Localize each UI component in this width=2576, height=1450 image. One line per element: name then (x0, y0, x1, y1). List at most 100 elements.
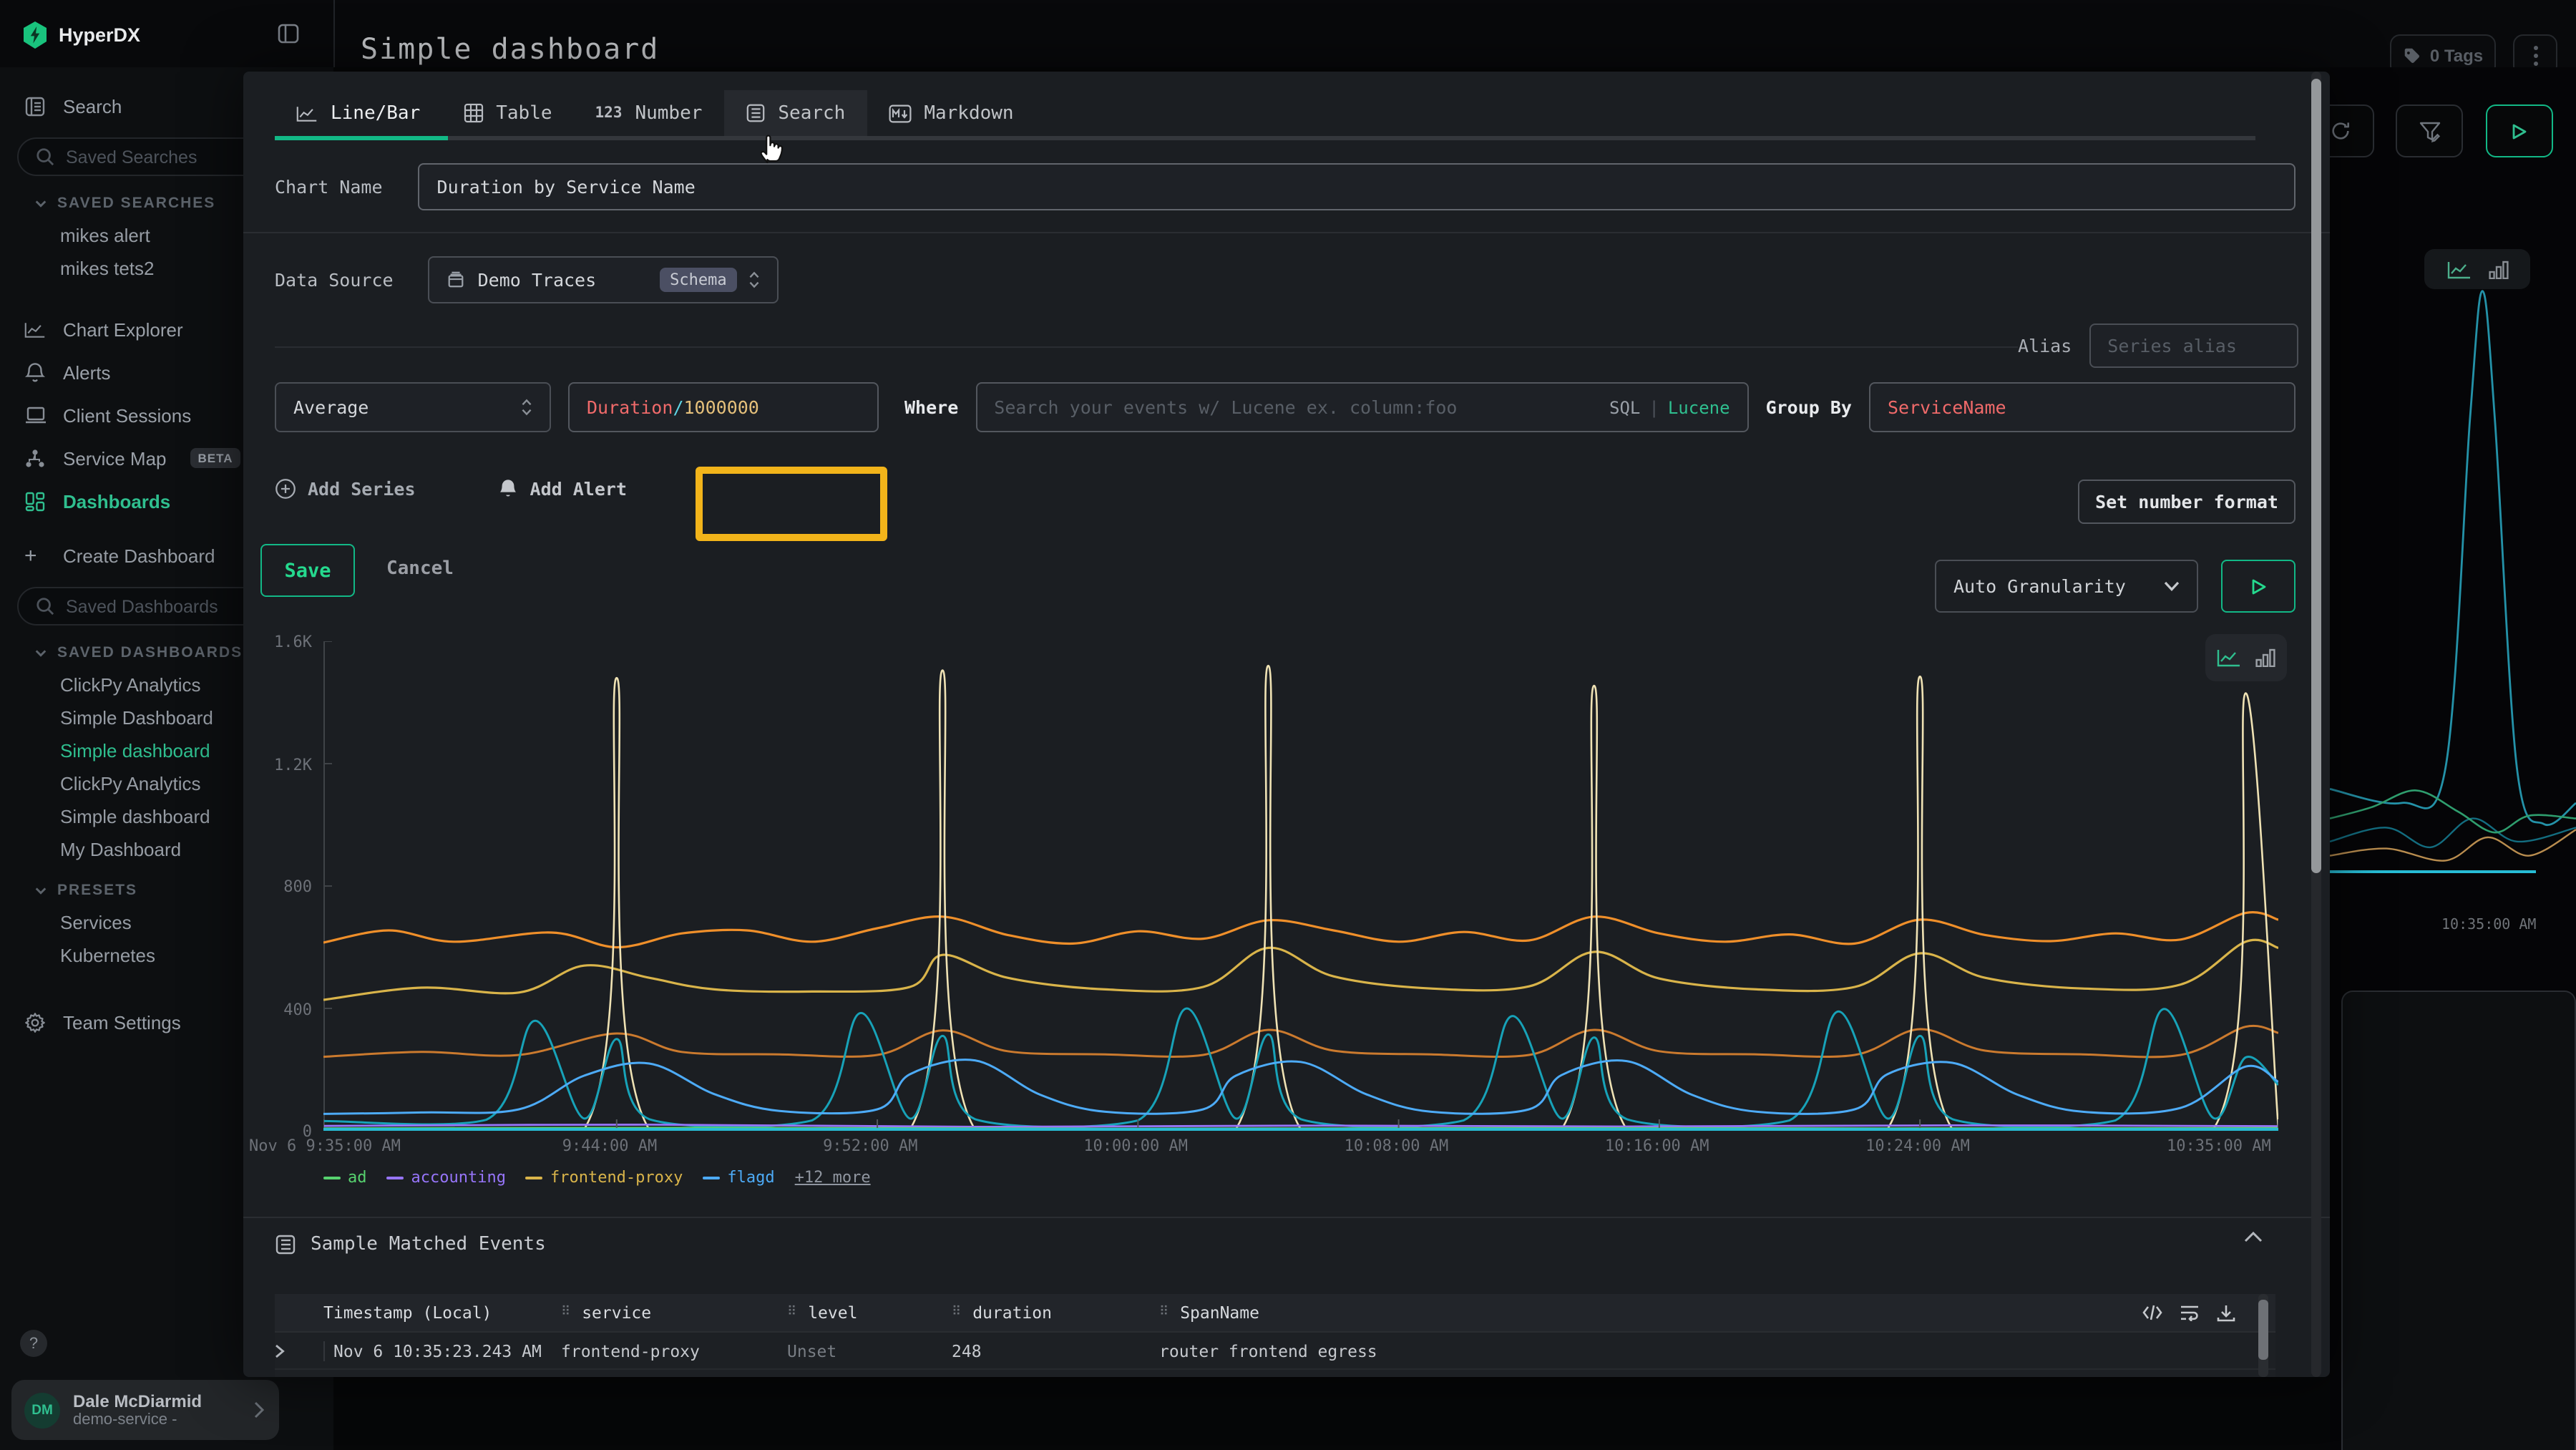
mini-x-axis (2330, 870, 2536, 873)
series-unlabeled-3 (323, 666, 2278, 1129)
x-tick-label: 9:52:00 AM (823, 1137, 917, 1155)
column-header-spanname[interactable]: ⠿SpanName (1159, 1303, 2142, 1323)
set-number-format-button[interactable]: Set number format (2078, 480, 2296, 524)
alias-divider (275, 346, 2018, 348)
main-chart[interactable] (323, 641, 2278, 1131)
drag-handle-icon[interactable]: ⠿ (952, 1305, 962, 1320)
bell-icon (499, 478, 519, 500)
chevron-updown-icon (748, 271, 760, 289)
group-by-input[interactable]: ServiceName (1869, 382, 2296, 432)
where-search-input[interactable]: Search your events w/ Lucene ex. column:… (975, 382, 1748, 432)
cancel-button[interactable]: Cancel (386, 558, 454, 580)
schema-badge: Schema (660, 268, 737, 292)
download-icon[interactable] (2217, 1303, 2235, 1322)
hierarchy-icon (24, 447, 47, 469)
x-tick-label: 10:08:00 AM (1345, 1137, 1449, 1155)
list-icon (275, 1234, 296, 1255)
help-button[interactable]: ? (20, 1330, 47, 1357)
legend-item[interactable]: ad (323, 1168, 367, 1187)
column-header-service[interactable]: ⠿service (561, 1303, 787, 1323)
granularity-select[interactable]: Auto Granularity (1935, 560, 2198, 613)
filter-edit-button[interactable] (2396, 104, 2463, 157)
plus-circle-icon (275, 478, 296, 500)
tab-active-indicator (275, 136, 448, 140)
screen: HyperDX Simple dashboard 0 Tags (0, 0, 2576, 1450)
plus-icon: + (24, 545, 47, 568)
run-query-button[interactable] (2486, 104, 2553, 157)
tags-label: 0 Tags (2430, 45, 2483, 65)
data-source-select[interactable]: Demo Traces Schema (428, 256, 779, 303)
legend-item[interactable]: flagd (703, 1168, 774, 1187)
column-header-level[interactable]: ⠿level (787, 1303, 952, 1323)
user-org: demo-service - (73, 1411, 202, 1429)
drag-handle-icon[interactable]: ⠿ (1159, 1305, 1170, 1320)
chart-name-input[interactable]: Duration by Service Name (419, 163, 2296, 210)
cell-service: frontend-proxy (561, 1340, 787, 1361)
cell-spanname: router frontend egress (1159, 1340, 2275, 1361)
drag-handle-icon[interactable]: ⠿ (561, 1305, 572, 1320)
table-row[interactable]: Nov 6 10:35:23.243 AMfrontend-proxyUnset… (275, 1370, 2275, 1377)
legend-item[interactable]: accounting (387, 1168, 506, 1187)
chevron-down-icon (2164, 581, 2180, 591)
user-name: Dale McDiarmid (73, 1391, 202, 1411)
chart-line-icon (24, 318, 47, 341)
legend-item[interactable]: frontend-proxy (526, 1168, 683, 1187)
column-header-duration[interactable]: ⠿duration (952, 1303, 1159, 1323)
brand[interactable]: HyperDX (23, 21, 140, 49)
divider (243, 1217, 2330, 1218)
mini-x-tick-label: 10:35:00 AM (2441, 918, 2536, 933)
column-header-timestamp-local-[interactable]: Timestamp (Local) (323, 1303, 561, 1323)
events-table: Timestamp (Local)⠿service⠿level⠿duration… (275, 1294, 2275, 1377)
save-button[interactable]: Save (260, 544, 355, 597)
add-series-button[interactable]: Add Series (275, 478, 416, 500)
mouse-cursor (756, 132, 787, 166)
y-tick-label: 800 (255, 877, 312, 896)
legend-swatch (323, 1176, 341, 1179)
code-icon[interactable] (2142, 1303, 2162, 1320)
chevron-down-icon (34, 646, 47, 659)
collapse-events-button[interactable] (2244, 1231, 2263, 1242)
aggregation-select[interactable]: Average (275, 382, 551, 432)
field-expression-input[interactable]: Duration/1000000 (568, 382, 879, 432)
language-switch[interactable]: SQL | Lucene (1609, 397, 1730, 417)
search-icon (36, 147, 54, 166)
tab-number[interactable]: 123 Number (574, 90, 724, 136)
modal-run-button[interactable] (2221, 560, 2296, 613)
alias-placeholder: Series alias (2107, 335, 2237, 356)
tab-label: Search (778, 102, 845, 124)
wrap-text-icon[interactable] (2180, 1303, 2200, 1320)
add-alert-button[interactable]: Add Alert (499, 478, 627, 500)
drag-handle-icon[interactable]: ⠿ (787, 1305, 798, 1320)
tab-label: Markdown (924, 102, 1013, 124)
legend-more-link[interactable]: +12 more (795, 1168, 871, 1187)
play-icon (2512, 122, 2527, 140)
sidebar-toggle-icon[interactable] (278, 23, 299, 44)
next-tile-edge (2341, 991, 2576, 1450)
modal-scrollbar-thumb[interactable] (2311, 79, 2321, 873)
chevron-right-icon (275, 1343, 285, 1358)
chart-editor-modal: Line/BarTable123NumberSearchMarkdown Cha… (243, 72, 2330, 1377)
tab-label: Number (635, 102, 702, 124)
refresh-icon (2330, 120, 2351, 142)
123-icon: 123 (595, 104, 623, 122)
y-tick-label: 1.6K (255, 633, 312, 651)
tab-line-bar[interactable]: Line/Bar (275, 90, 441, 136)
chevron-updown-icon (521, 398, 532, 417)
table-row[interactable]: Nov 6 10:35:23.243 AMfrontend-proxyUnset… (275, 1333, 2275, 1370)
tab-table[interactable]: Table (441, 90, 573, 136)
alias-input[interactable]: Series alias (2089, 323, 2298, 368)
user-card[interactable]: DM Dale McDiarmid demo-service - (11, 1380, 279, 1440)
play-icon (2250, 578, 2266, 595)
saved-dashboards-placeholder: Saved Dashboards (66, 596, 218, 616)
x-tick-label: 10:24:00 AM (1865, 1137, 1970, 1155)
chart-legend: ad accounting frontend-proxy flagd +12 more (323, 1168, 871, 1187)
table-scrollbar-thumb[interactable] (2258, 1300, 2268, 1360)
row-expander[interactable] (275, 1343, 323, 1358)
sidebar-item-label: Service Map (63, 447, 167, 469)
search-icon (36, 597, 54, 615)
tab-markdown[interactable]: Markdown (867, 90, 1035, 136)
tab-search[interactable]: Search (723, 90, 867, 136)
grid-icon (24, 490, 47, 512)
sidebar-item-label: Dashboards (63, 490, 170, 512)
legend-swatch (703, 1176, 720, 1179)
